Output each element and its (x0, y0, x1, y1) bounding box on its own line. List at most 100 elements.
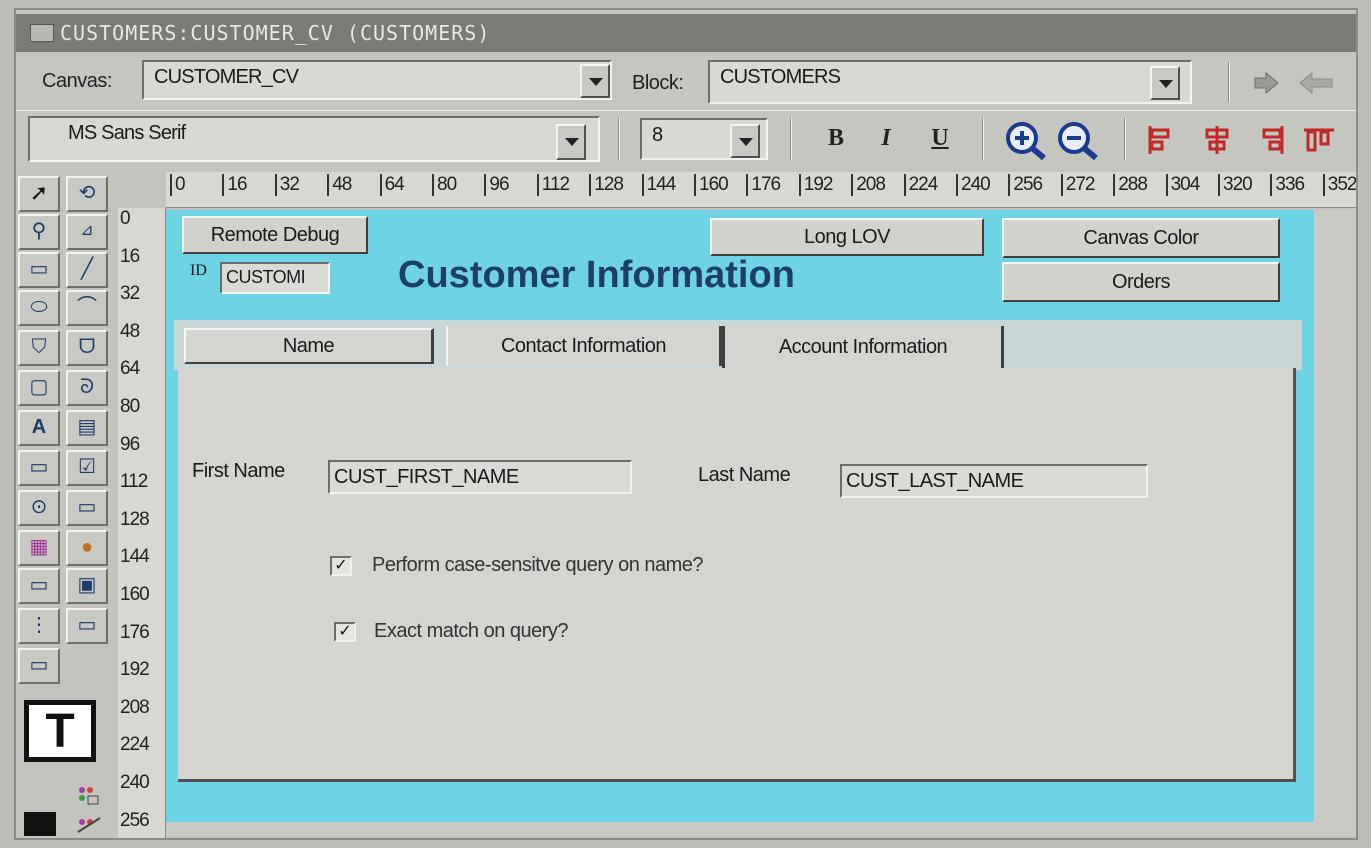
ruler-tick-label: 32 (274, 174, 300, 196)
ruler-tick-label: 288 (1113, 174, 1148, 196)
exact-match-checkbox[interactable]: ✓ (334, 622, 356, 642)
font-select-value: MS Sans Serif (68, 122, 186, 144)
bold-button[interactable]: B (816, 118, 856, 158)
image-item-tool-icon[interactable]: ▦ (18, 530, 60, 566)
ruler-tick-label: 16 (222, 174, 248, 196)
tab-name[interactable]: Name (184, 328, 434, 364)
ruler-tick-label: 240 (120, 772, 150, 793)
font-dropdown-arrow[interactable] (556, 124, 586, 160)
id-field[interactable]: CUSTOMI (220, 262, 330, 294)
button-tool-icon[interactable]: ▭ (18, 450, 60, 486)
zoom-out-icon[interactable] (1054, 120, 1100, 161)
stacked-canvas-tool-icon[interactable]: ▭ (18, 648, 60, 684)
toolbar-separator (790, 118, 792, 160)
ruler-tick-label: 304 (1165, 174, 1200, 196)
chart-item-tool-icon[interactable]: ▣ (66, 568, 108, 604)
canvas-select-value: CUSTOMER_CV (154, 66, 299, 88)
font-size-value: 8 (652, 124, 663, 146)
ruler-tick-label: 48 (120, 320, 140, 342)
ruler-tick-label: 176 (120, 621, 150, 643)
list-item-tool-icon[interactable]: ▭ (18, 568, 60, 604)
ruler-tick-label: 32 (120, 283, 140, 305)
text-tool-icon[interactable]: A (18, 410, 60, 446)
last-name-value: CUST_LAST_NAME (846, 470, 1024, 492)
fill-color-icon[interactable] (74, 784, 104, 808)
ellipse-tool-icon[interactable]: ⬭ (18, 290, 60, 326)
rotate-tool-icon[interactable]: ⟲ (66, 176, 108, 212)
ruler-tick-label: 256 (120, 809, 150, 831)
case-sensitive-label: Perform case-sensitve query on name? (372, 554, 704, 576)
rectangle-tool-icon[interactable]: ▭ (18, 252, 60, 288)
prev-block-icon[interactable] (1252, 68, 1282, 98)
select-tool-icon[interactable]: ➚ (18, 176, 60, 212)
canvas-label: Canvas: (42, 70, 112, 92)
block-dropdown-arrow[interactable] (1150, 66, 1180, 100)
first-name-field[interactable]: CUST_FIRST_NAME (328, 460, 632, 494)
next-block-icon[interactable] (1296, 68, 1336, 98)
toolbar-separator (982, 118, 984, 160)
canvas-select[interactable]: CUSTOMER_CV (142, 60, 612, 100)
text-style-icon[interactable]: T (24, 700, 96, 762)
page-title: Customer Information (398, 254, 795, 296)
ruler-tick-label: 176 (746, 174, 781, 196)
align-right-icon[interactable] (1256, 124, 1286, 156)
zoom-in-icon[interactable] (1002, 120, 1048, 161)
canvas-dropdown-arrow[interactable] (580, 64, 610, 98)
polyline-tool-icon[interactable]: ᗜ (66, 330, 108, 366)
line-color-icon[interactable] (74, 816, 104, 836)
color-swatch[interactable] (24, 812, 56, 836)
align-center-icon[interactable] (1202, 124, 1232, 156)
ruler-tick-label: 64 (120, 358, 140, 380)
line-tool-icon[interactable]: ╱ (66, 252, 108, 288)
radio-button-tool-icon[interactable]: ⊙ (18, 490, 60, 526)
font-size-dropdown-arrow[interactable] (730, 124, 760, 158)
window-title-bar[interactable]: CUSTOMERS:CUSTOMER_CV (CUSTOMERS) (16, 14, 1356, 52)
arc-tool-icon[interactable]: ⌒ (66, 290, 108, 326)
vertical-ruler: 0 16 32 48 64 80 96 112 128 144 160 176 192 208 224 240… (118, 206, 166, 838)
ruler-tick-label: 96 (120, 433, 140, 455)
canvas-margin-bottom (166, 822, 1356, 836)
tab-canvas-tool-icon[interactable]: ▭ (66, 608, 108, 644)
toolbar-separator (618, 118, 620, 160)
magnify-tool-icon[interactable]: ⚲ (18, 214, 60, 250)
ruler-tick-label: 320 (1218, 174, 1253, 196)
ruler-tick-label: 272 (1060, 174, 1095, 196)
reshape-tool-icon[interactable]: ⊿ (66, 214, 108, 250)
window-title: CUSTOMERS:CUSTOMER_CV (CUSTOMERS) (60, 21, 491, 45)
remote-debug-button[interactable]: Remote Debug (182, 216, 368, 254)
checkbox-tool-icon[interactable]: ☑ (66, 450, 108, 486)
last-name-field[interactable]: CUST_LAST_NAME (840, 464, 1148, 498)
align-top-icon[interactable] (1302, 124, 1336, 156)
ruler-tick-label: 224 (120, 734, 150, 756)
ruler-tick-label: 352 (1322, 174, 1356, 196)
sound-item-tool-icon[interactable]: ● (66, 530, 108, 566)
orders-button[interactable]: Orders (1002, 262, 1280, 302)
font-select[interactable]: MS Sans Serif (28, 116, 600, 162)
toolbar-separator (1124, 118, 1126, 160)
ruler-tick-label: 256 (1008, 174, 1043, 196)
text-item-tool-icon[interactable]: ▭ (66, 490, 108, 526)
case-sensitive-checkbox[interactable]: ✓ (330, 556, 352, 576)
tab-contact-information[interactable]: Contact Information (446, 326, 722, 366)
id-field-value: CUSTOMI (226, 267, 306, 287)
ruler-tick-label: 112 (120, 471, 148, 493)
window-icon (30, 24, 54, 42)
ruler-tick-label: 240 (956, 174, 991, 196)
ruler-tick-label: 144 (120, 546, 150, 568)
italic-button[interactable]: I (866, 118, 906, 158)
rounded-rectangle-tool-icon[interactable]: ▢ (18, 370, 60, 406)
tab-account-information[interactable]: Account Information (722, 326, 1004, 368)
id-label: ID (190, 262, 207, 279)
ruler-corner (118, 172, 166, 208)
frame-tool-icon[interactable]: ▤ (66, 410, 108, 446)
block-select[interactable]: CUSTOMERS (708, 60, 1192, 104)
canvas-color-button[interactable]: Canvas Color (1002, 218, 1280, 258)
ruler-tick-label: 160 (120, 584, 150, 605)
exact-match-label: Exact match on query? (374, 620, 569, 642)
align-left-icon[interactable] (1146, 124, 1176, 156)
polygon-tool-icon[interactable]: ⛉ (18, 330, 60, 366)
hierarchical-tree-tool-icon[interactable]: ⋮ (18, 608, 60, 644)
long-lov-button[interactable]: Long LOV (710, 218, 984, 256)
freehand-tool-icon[interactable]: ᘐ (66, 370, 108, 406)
underline-button[interactable]: U (920, 118, 960, 158)
